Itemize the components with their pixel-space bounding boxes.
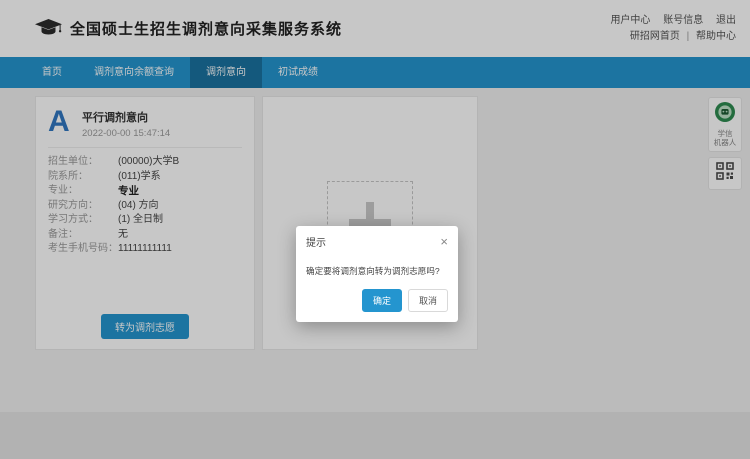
dialog-title: 提示 <box>306 234 326 249</box>
cancel-button[interactable]: 取消 <box>408 289 448 312</box>
dialog-message: 确定要将调剂意向转为调剂志愿吗? <box>296 251 458 289</box>
page-root: 全国硕士生招生调剂意向采集服务系统 用户中心 账号信息 退出 研招网首页 | 帮… <box>0 0 750 459</box>
dialog-footer: 确定 取消 <box>296 289 458 322</box>
confirm-dialog: 提示 × 确定要将调剂意向转为调剂志愿吗? 确定 取消 <box>296 226 458 322</box>
dialog-header: 提示 × <box>296 226 458 251</box>
close-icon[interactable]: × <box>440 237 448 247</box>
confirm-button[interactable]: 确定 <box>362 289 402 312</box>
